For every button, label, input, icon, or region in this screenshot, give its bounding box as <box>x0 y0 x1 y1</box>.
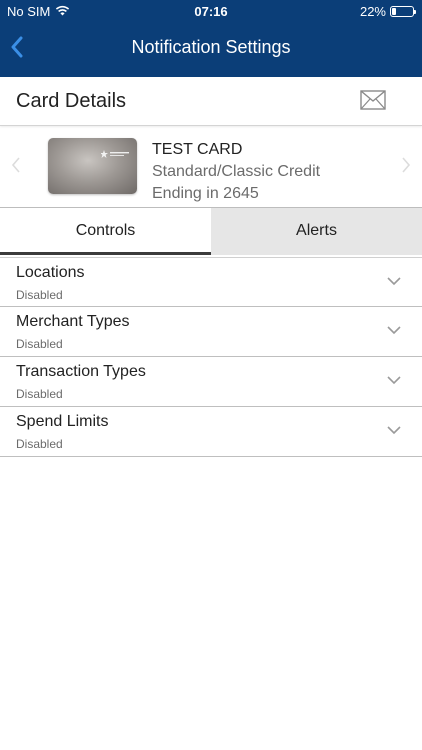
tab-alerts[interactable]: Alerts <box>211 208 422 255</box>
status-time: 07:16 <box>194 4 228 19</box>
chevron-down-icon <box>387 426 401 435</box>
card-info: TEST CARD Standard/Classic Credit Ending… <box>152 139 320 205</box>
section-title: Card Details <box>16 90 127 112</box>
list-item-transaction-types[interactable]: Transaction Types Disabled <box>0 357 422 407</box>
envelope-icon <box>360 90 386 110</box>
item-title: Locations <box>16 264 85 281</box>
item-status: Disabled <box>16 387 63 401</box>
status-right: 22% <box>359 4 416 19</box>
item-title: Spend Limits <box>16 413 109 430</box>
battery-icon <box>390 6 416 17</box>
list-item-spend-limits[interactable]: Spend Limits Disabled <box>0 407 422 457</box>
battery-fill <box>392 8 396 15</box>
tab-bar: Controls Alerts <box>0 207 422 255</box>
controls-list: Locations Disabled Merchant Types Disabl… <box>0 257 422 457</box>
item-status: Disabled <box>16 288 63 302</box>
previous-card-button[interactable] <box>8 153 24 177</box>
chevron-left-icon <box>11 157 20 173</box>
card-type: Standard/Classic Credit <box>152 163 321 180</box>
item-status: Disabled <box>16 337 63 351</box>
page-title: Notification Settings <box>131 37 291 57</box>
battery-percent: 22% <box>359 4 386 19</box>
app-header: No SIM 07:16 22% Notification Settings <box>0 0 422 77</box>
chevron-down-icon <box>387 277 401 286</box>
chevron-right-icon <box>402 157 411 173</box>
next-card-button[interactable] <box>398 153 414 177</box>
status-bar: No SIM 07:16 22% <box>0 0 422 22</box>
card-image <box>48 138 137 194</box>
card-details-header: Card Details <box>0 77 422 126</box>
mail-button[interactable] <box>360 90 386 112</box>
card-carousel: TEST CARD Standard/Classic Credit Ending… <box>0 127 422 208</box>
item-status: Disabled <box>16 437 63 451</box>
card-ending: Ending in 2645 <box>152 185 259 202</box>
list-item-locations[interactable]: Locations Disabled <box>0 257 422 307</box>
tab-controls[interactable]: Controls <box>0 208 211 255</box>
item-title: Transaction Types <box>16 363 146 380</box>
card-logo-icon <box>101 150 129 158</box>
chevron-down-icon <box>387 326 401 335</box>
list-item-merchant-types[interactable]: Merchant Types Disabled <box>0 307 422 357</box>
item-title: Merchant Types <box>16 313 130 330</box>
card-name: TEST CARD <box>152 141 243 158</box>
chevron-down-icon <box>387 376 401 385</box>
